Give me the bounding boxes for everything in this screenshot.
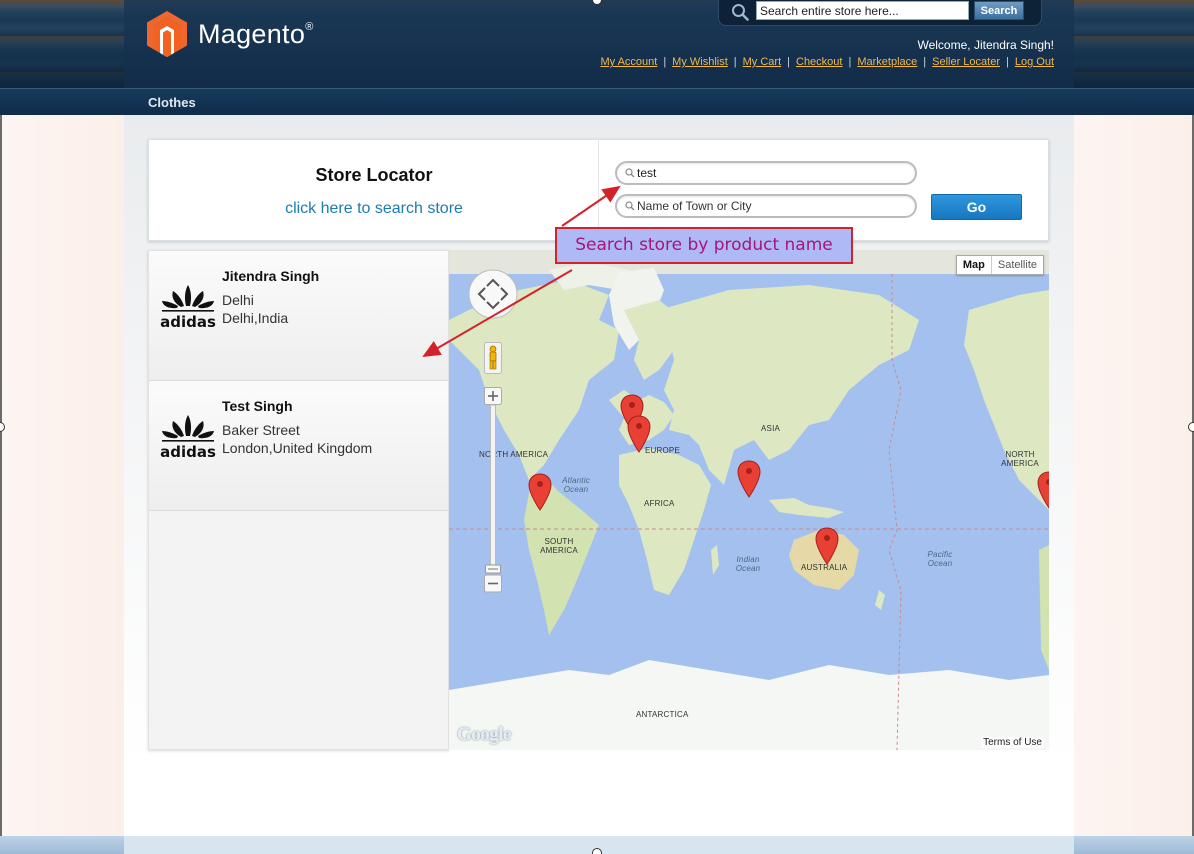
header-search: Search — [718, 0, 1042, 26]
store-location: London,United Kingdom — [222, 440, 373, 456]
magento-logo-icon — [147, 11, 187, 57]
city-search-placeholder: Name of Town or City — [637, 199, 752, 213]
annotation-callout: Search store by product name — [555, 227, 853, 264]
nav-item-clothes[interactable]: Clothes — [148, 95, 196, 110]
list-item[interactable]: adidas Jitendra Singh Delhi Delhi,India — [149, 251, 448, 381]
nav-bar: Clothes — [0, 88, 1194, 115]
map-type-control: Map Satellite — [955, 255, 1044, 275]
google-logo: Google — [457, 724, 512, 745]
search-icon — [732, 4, 749, 21]
store-map[interactable]: NORTH AMERICA NORTH AMERICA SOUTH AMERIC… — [449, 250, 1049, 750]
label-south-america: SOUTH AMERICA — [540, 537, 578, 555]
label-antarctica: ANTARCTICA — [636, 710, 689, 719]
map-type-map-button[interactable]: Map — [957, 256, 992, 274]
link-checkout[interactable]: Checkout — [796, 56, 842, 68]
magento-logo[interactable]: Magento® — [146, 10, 314, 58]
store-address: Baker Street — [222, 422, 300, 438]
label-asia: ASIA — [761, 424, 781, 433]
link-my-wishlist[interactable]: My Wishlist — [672, 56, 728, 68]
store-location: Delhi,India — [222, 310, 289, 326]
map-marker-icon[interactable] — [1037, 470, 1049, 510]
resize-handle[interactable] — [1188, 422, 1194, 432]
store-list: adidas Jitendra Singh Delhi Delhi,India … — [148, 250, 449, 750]
go-button[interactable]: Go — [931, 194, 1022, 220]
link-marketplace[interactable]: Marketplace — [857, 56, 917, 68]
search-input[interactable] — [756, 1, 969, 20]
label-indian-ocean: Indian Ocean — [735, 555, 761, 573]
resize-handle[interactable] — [592, 848, 602, 854]
svg-text:adidas: adidas — [160, 443, 216, 461]
link-my-account[interactable]: My Account — [600, 56, 657, 68]
adidas-logo-icon: adidas — [160, 415, 216, 461]
label-pacific-ocean: Pacific Ocean — [927, 550, 953, 568]
search-store-link[interactable]: click here to search store — [149, 200, 599, 218]
label-north-america-right: NORTH AMERICA — [1001, 450, 1039, 468]
page-title: Store Locator — [315, 165, 433, 185]
page-side-right — [1070, 0, 1194, 854]
welcome-message: Welcome, Jitendra Singh! — [917, 38, 1054, 52]
magnifier-icon — [625, 168, 635, 178]
list-item[interactable]: adidas Test Singh Baker Street London,Un… — [149, 381, 448, 511]
magnifier-icon — [625, 201, 635, 211]
page-side-left — [0, 0, 124, 854]
map-marker-icon[interactable] — [815, 526, 839, 566]
city-search-input[interactable]: Name of Town or City — [615, 194, 917, 218]
logo-text: Magento® — [198, 18, 314, 49]
svg-text:adidas: adidas — [160, 313, 216, 331]
link-seller-locater[interactable]: Seller Locater — [932, 56, 1000, 68]
pan-control-icon[interactable] — [467, 268, 519, 320]
zoom-control[interactable] — [484, 387, 502, 593]
store-name: Jitendra Singh — [222, 268, 320, 284]
adidas-logo-icon: adidas — [160, 285, 216, 331]
link-my-cart[interactable]: My Cart — [743, 56, 782, 68]
product-search-input[interactable]: test — [615, 161, 917, 185]
pegman-icon[interactable] — [484, 342, 502, 374]
terms-of-use-link[interactable]: Terms of Use — [981, 737, 1044, 748]
store-name: Test Singh — [222, 398, 293, 414]
locator-heading-area: Store Locator click here to search store — [149, 140, 599, 240]
store-locator-panel: Store Locator click here to search store… — [148, 139, 1049, 241]
label-africa: AFRICA — [644, 499, 675, 508]
map-type-satellite-button[interactable]: Satellite — [992, 256, 1043, 274]
link-log-out[interactable]: Log Out — [1015, 56, 1054, 68]
store-address: Delhi — [222, 292, 254, 308]
map-marker-icon[interactable] — [528, 472, 552, 512]
product-search-value: test — [637, 166, 657, 180]
search-button[interactable]: Search — [974, 1, 1024, 20]
top-links: My Account | My Wishlist | My Cart | Checko… — [600, 56, 1054, 68]
map-marker-icon[interactable] — [627, 414, 651, 454]
label-atlantic-ocean: Atlantic Ocean — [562, 476, 590, 494]
map-marker-icon[interactable] — [737, 459, 761, 499]
